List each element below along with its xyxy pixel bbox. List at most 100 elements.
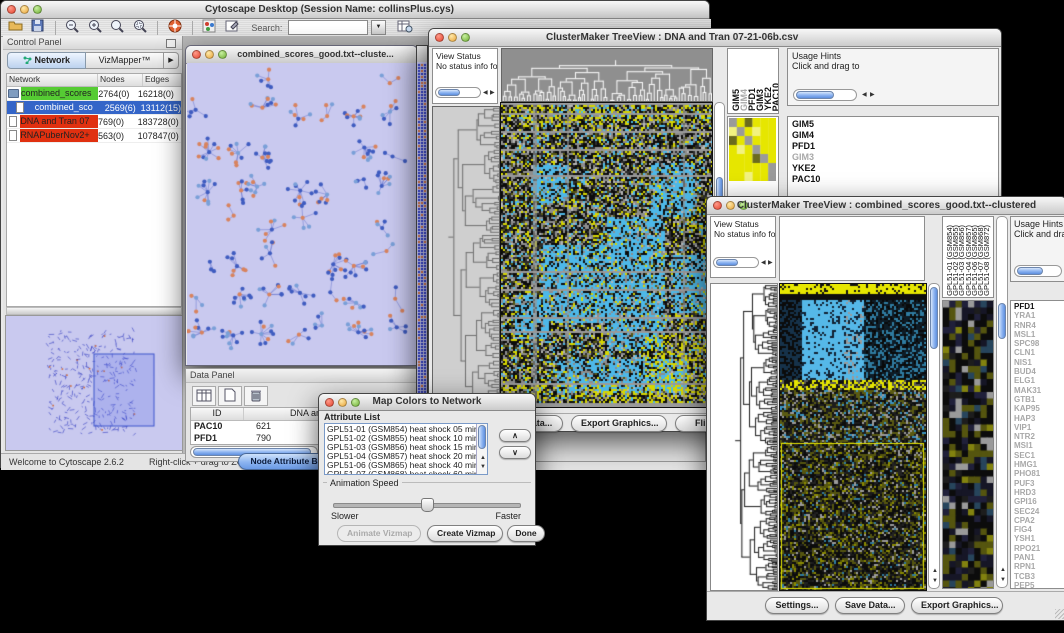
tv1-column-dendrogram-canvas[interactable] bbox=[501, 48, 713, 102]
tv1-global-heatmap-canvas[interactable] bbox=[500, 102, 713, 408]
search-dropdown-icon[interactable]: ▼ bbox=[371, 20, 386, 35]
data-panel-title: Data Panel bbox=[190, 370, 235, 380]
tv2-view-status-panel: View Status No status info for ◀▶ bbox=[710, 216, 776, 278]
tv2-button-bar: Settings... Save Data... Export Graphics… bbox=[707, 591, 1064, 620]
birdseye-canvas[interactable] bbox=[6, 316, 180, 448]
treeview2-title-bar[interactable]: ClusterMaker TreeView : combined_scores_… bbox=[707, 197, 1064, 215]
search-input[interactable] bbox=[288, 20, 368, 35]
network-graph-canvas[interactable] bbox=[187, 63, 416, 365]
tv1-export-graphics-button[interactable]: Export Graphics... bbox=[571, 415, 667, 432]
doc-icon bbox=[9, 116, 17, 127]
treeview2-window: ClusterMaker TreeView : combined_scores_… bbox=[706, 196, 1064, 621]
data-col-id[interactable]: ID bbox=[191, 408, 244, 420]
tv1-zoom-heatmap-canvas[interactable] bbox=[729, 118, 776, 181]
search-label: Search: bbox=[251, 23, 282, 33]
tv1-row-dendrogram-canvas[interactable] bbox=[432, 106, 500, 412]
panel-splitter[interactable] bbox=[6, 307, 182, 315]
control-panel-title: Control Panel bbox=[7, 37, 62, 47]
minimize-icon[interactable] bbox=[20, 5, 29, 14]
tv2-global-vscrollbar[interactable]: ▲▼ bbox=[928, 283, 940, 589]
attribute-browser-icon[interactable] bbox=[395, 19, 415, 36]
annotation-icon[interactable] bbox=[223, 19, 243, 36]
network-list-row[interactable]: RNAPuberNov2+563(0)107847(0) bbox=[7, 129, 181, 143]
trash-icon[interactable] bbox=[244, 386, 268, 406]
tv2-row-dendrogram-canvas[interactable] bbox=[710, 283, 778, 591]
faster-label: Faster bbox=[495, 511, 521, 521]
move-up-button[interactable]: ∧ bbox=[499, 429, 531, 442]
tv1-column-labels[interactable]: GIM5GIM4PFD1GIM3YKE2PAC10 bbox=[731, 49, 779, 111]
main-title-bar[interactable]: Cytoscape Desktop (Session Name: collins… bbox=[1, 1, 709, 19]
float-panel-icon[interactable] bbox=[166, 39, 176, 48]
resize-grip[interactable] bbox=[1055, 609, 1064, 619]
tv2-column-labels[interactable]: GPL51-01 (GSM854)GPL51-02 (GSM855)GPL51-… bbox=[945, 216, 988, 296]
create-vizmap-button[interactable]: Create Vizmap bbox=[427, 525, 503, 542]
open-file-icon[interactable] bbox=[5, 19, 25, 36]
zoom-selected-icon[interactable] bbox=[131, 19, 151, 36]
tv2-hints-hscrollbar[interactable] bbox=[1014, 265, 1062, 277]
network-list-row[interactable]: DNA and Tran 07769(0)183728(0) bbox=[7, 115, 181, 129]
tv2-gene-labels[interactable]: PFD1YRA1RNR4MSL1SPC98CLN1NIS1BUD4ELG1MAK… bbox=[1014, 302, 1041, 589]
done-button[interactable]: Done bbox=[507, 525, 545, 542]
network-list-row[interactable]: combined_sco2569(6)13112(15) bbox=[7, 101, 181, 115]
dialog-title: Map Colors to Network bbox=[319, 396, 535, 407]
minimize-icon[interactable] bbox=[448, 33, 457, 42]
network-view-title: combined_scores_good.txt--cluste... bbox=[186, 49, 417, 59]
desktop: Cytoscape Desktop (Session Name: collins… bbox=[0, 0, 1064, 633]
tab-vizmapper[interactable]: VizMapper™ bbox=[86, 52, 164, 69]
new-attribute-icon[interactable] bbox=[218, 386, 242, 406]
tv2-status-hscrollbar[interactable] bbox=[713, 257, 759, 268]
table-mode-icon[interactable] bbox=[192, 386, 216, 406]
network-list-row[interactable]: combined_scores2764(0)16218(0) bbox=[7, 87, 181, 101]
animation-speed-label: Animation Speed bbox=[327, 478, 402, 488]
tv2-export-graphics-button[interactable]: Export Graphics... bbox=[911, 597, 1003, 614]
slider-thumb[interactable] bbox=[421, 498, 434, 512]
tv2-zoom-heatmap-canvas[interactable] bbox=[942, 300, 994, 589]
tv1-usage-hints-panel: Usage Hints Click and drag to ◀▶ bbox=[787, 48, 999, 106]
folder-icon bbox=[8, 89, 19, 98]
help-icon[interactable] bbox=[165, 19, 185, 36]
zoom-out-icon[interactable] bbox=[62, 19, 82, 36]
network-list: combined_scores2764(0)16218(0)combined_s… bbox=[7, 87, 181, 143]
dialog-title-bar[interactable]: Map Colors to Network bbox=[319, 394, 535, 411]
tv2-save-data-button[interactable]: Save Data... bbox=[835, 597, 905, 614]
tv2-settings-button[interactable]: Settings... bbox=[765, 597, 829, 614]
tv2-column-dendrogram-area[interactable] bbox=[779, 216, 925, 281]
attribute-list-label: Attribute List bbox=[324, 412, 380, 422]
network-table-header[interactable]: Network Nodes Edges bbox=[7, 74, 181, 87]
network-view2-window bbox=[416, 45, 428, 430]
move-down-button[interactable]: ∨ bbox=[499, 446, 531, 459]
close-icon[interactable] bbox=[7, 5, 16, 14]
slower-label: Slower bbox=[331, 511, 359, 521]
network2-graph-canvas[interactable] bbox=[417, 62, 427, 429]
network-view-title-bar[interactable]: combined_scores_good.txt--cluste... bbox=[186, 46, 417, 64]
tv1-gene-labels[interactable]: GIM5GIM4PFD1GIM3YKE2PAC10 bbox=[792, 119, 820, 185]
tv1-view-status-panel: View Status No status info for ◀▶ bbox=[432, 48, 498, 104]
zoom-fit-icon[interactable] bbox=[108, 19, 128, 36]
tv2-global-heatmap-canvas[interactable] bbox=[779, 283, 927, 591]
save-icon[interactable] bbox=[28, 19, 48, 36]
zoom-window-icon[interactable] bbox=[461, 33, 470, 42]
attribute-list-item[interactable]: GPL51-07 (GSM868) heat shock 60 min bbox=[327, 470, 474, 475]
tv2-usage-hints-panel: Usage Hints Click and drag to bbox=[1010, 216, 1064, 282]
tv2-gene-vscrollbar[interactable]: ▲▼ bbox=[996, 216, 1008, 588]
treeview1-title: ClusterMaker TreeView : DNA and Tran 07-… bbox=[546, 32, 798, 43]
close-icon[interactable] bbox=[435, 33, 444, 42]
attribute-listbox[interactable]: GPL51-01 (GSM854) heat shock 05 minGPL51… bbox=[324, 423, 488, 475]
treeview1-title-bar[interactable]: ClusterMaker TreeView : DNA and Tran 07-… bbox=[429, 29, 1001, 47]
doc-icon bbox=[16, 102, 24, 113]
tv1-status-hscrollbar[interactable] bbox=[435, 87, 481, 98]
animate-vizmap-button[interactable]: Animate Vizmap bbox=[337, 525, 421, 542]
zoom-window-icon[interactable] bbox=[33, 5, 42, 14]
tv1-hints-hscrollbar[interactable] bbox=[793, 89, 857, 101]
control-panel: Control Panel Network VizMapper™ ▶ Netwo… bbox=[3, 36, 183, 453]
main-window-title: Cytoscape Desktop (Session Name: collins… bbox=[205, 4, 454, 15]
tab-overflow-arrow[interactable]: ▶ bbox=[164, 52, 179, 69]
map-colors-dialog: Map Colors to Network Attribute List GPL… bbox=[318, 393, 536, 546]
tab-network[interactable]: Network bbox=[7, 52, 86, 69]
attribute-list-vscrollbar[interactable]: ▲▼ bbox=[476, 424, 487, 474]
doc-icon bbox=[9, 130, 17, 141]
treeview2-title: ClusterMaker TreeView : combined_scores_… bbox=[707, 200, 1064, 211]
zoom-in-icon[interactable] bbox=[85, 19, 105, 36]
vizmapper-icon[interactable] bbox=[200, 19, 220, 36]
animation-speed-slider[interactable] bbox=[333, 498, 519, 510]
